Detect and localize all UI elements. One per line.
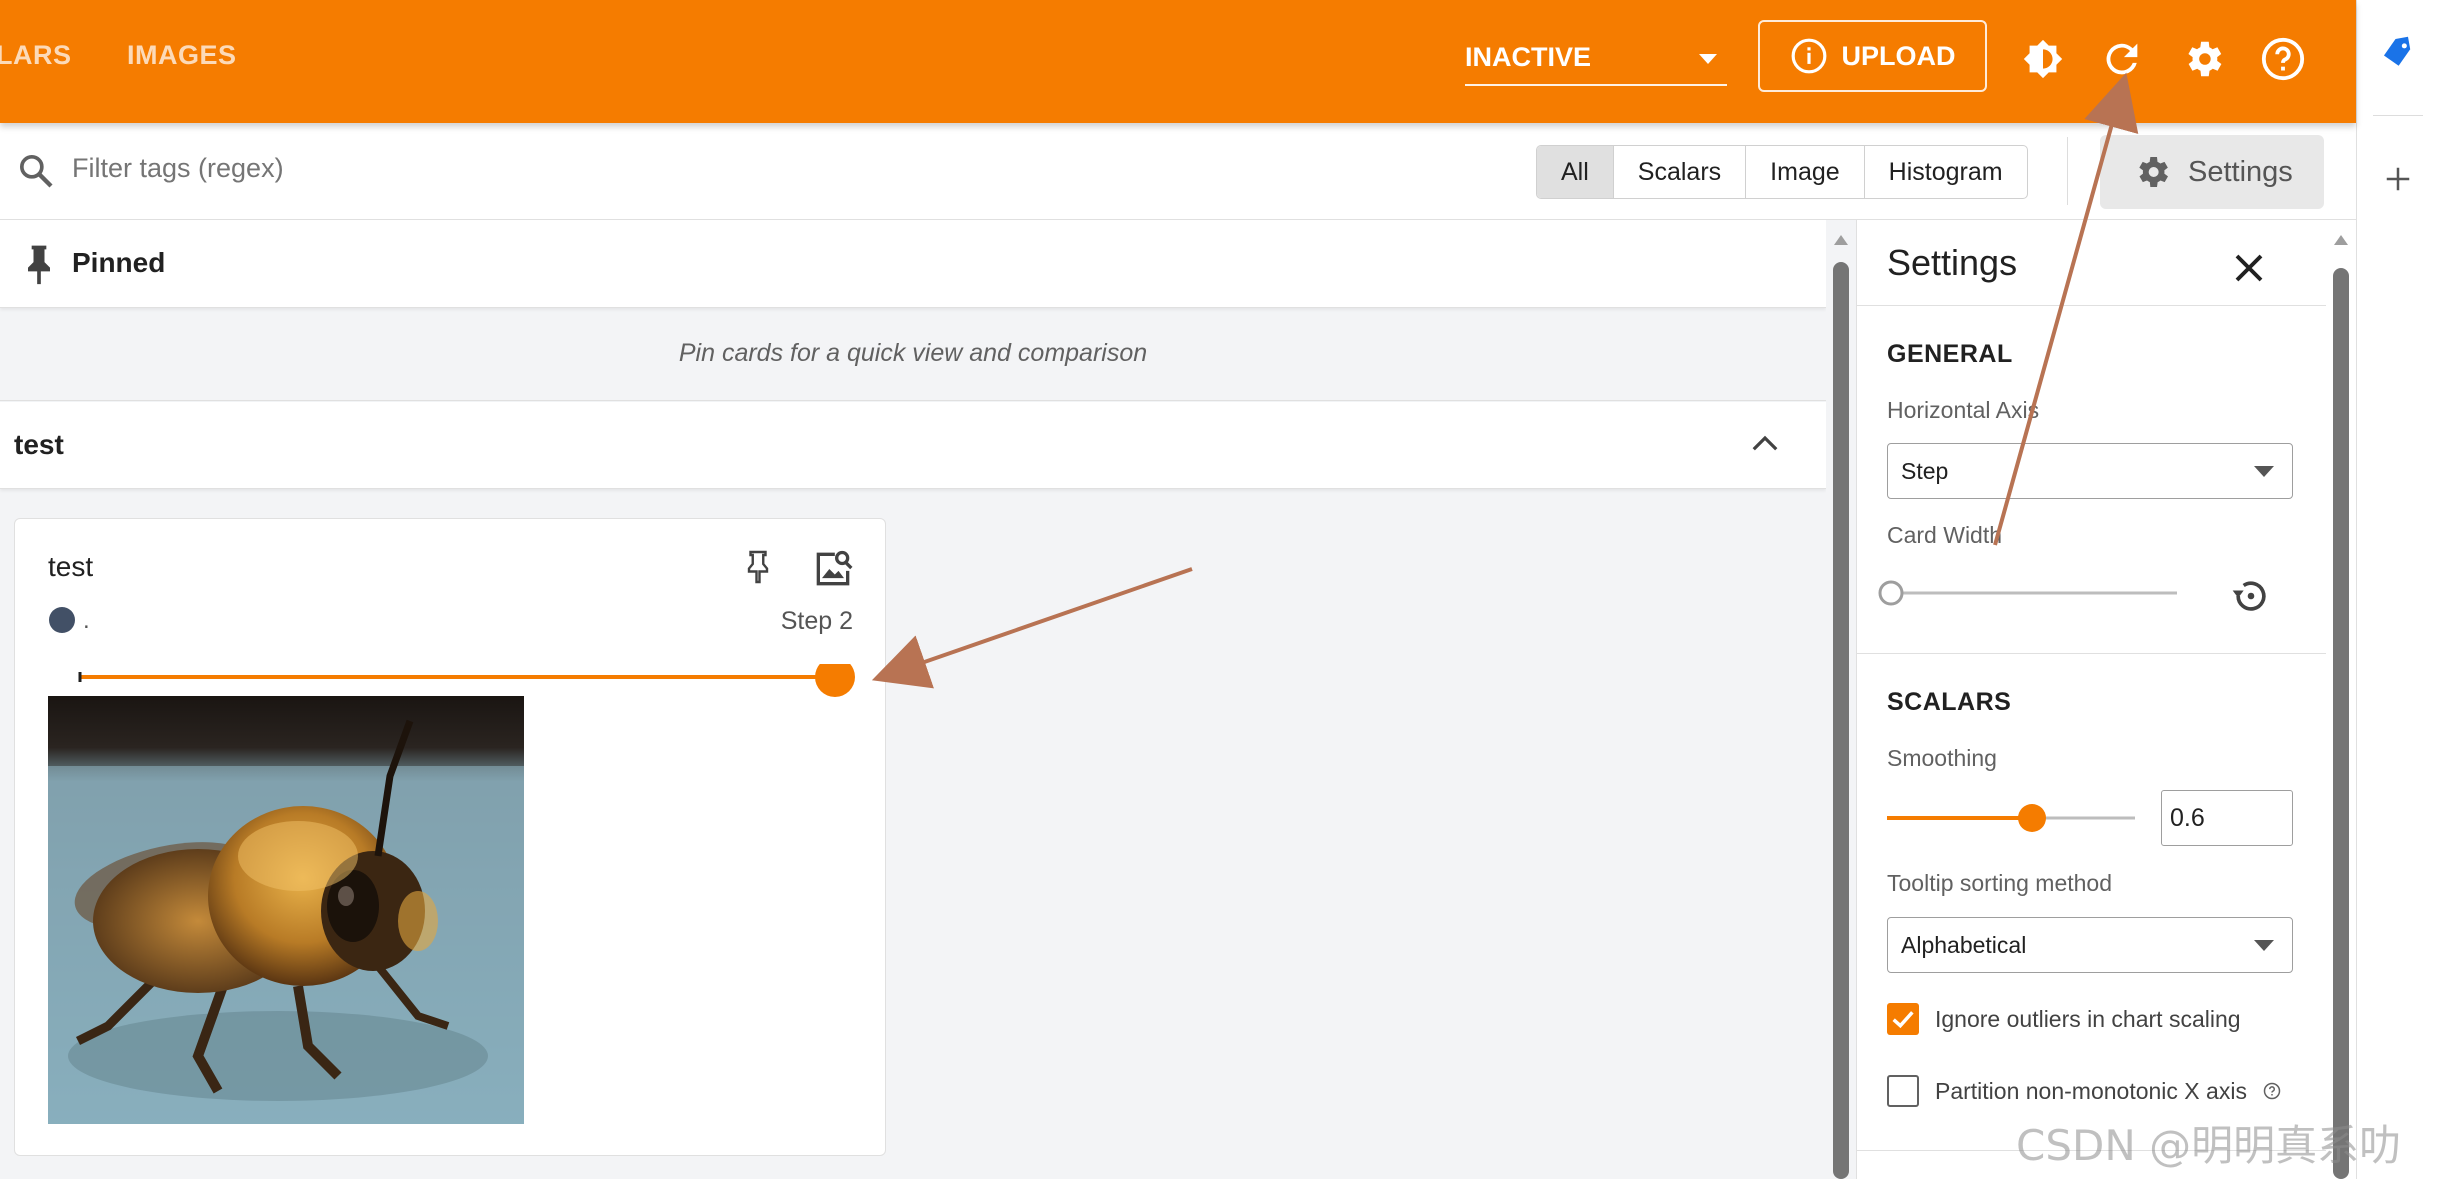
upload-label: UPLOAD: [1841, 40, 1956, 71]
ignore-outliers-label: Ignore outliers in chart scaling: [1935, 1005, 2241, 1032]
settings-divider: [1857, 305, 2327, 306]
scalars-section-title: SCALARS: [1887, 688, 2012, 716]
right-side-strip: [2356, 0, 2437, 1179]
filter-type-histogram[interactable]: Histogram: [1865, 146, 2027, 198]
card-width-slider-thumb[interactable]: [1878, 580, 1904, 606]
image-search-icon[interactable]: [811, 547, 855, 591]
settings-toggle-button[interactable]: Settings: [2100, 135, 2324, 209]
ignore-outliers-option[interactable]: Ignore outliers in chart scaling: [1887, 1003, 2241, 1035]
smoothing-label: Smoothing: [1887, 745, 1997, 771]
upload-button[interactable]: UPLOAD: [1758, 20, 1987, 92]
card-group-title: test: [14, 429, 64, 460]
ignore-outliers-checkbox[interactable]: [1887, 1003, 1919, 1035]
pin-icon: [28, 245, 50, 285]
info-icon: [1791, 38, 1826, 74]
checkmark-icon: [1892, 1011, 1914, 1029]
filter-bar: All Scalars Image Histogram Settings: [0, 123, 2356, 220]
pinned-section-header: Pinned: [0, 220, 1826, 308]
chevron-up-icon[interactable]: [1750, 432, 1780, 454]
filter-type-scalars[interactable]: Scalars: [1614, 146, 1747, 198]
main-scrollbar-thumb[interactable]: [1833, 262, 1849, 1179]
plugin-type-filter: All Scalars Image Histogram: [1536, 145, 2028, 199]
settings-toggle-label: Settings: [2188, 155, 2293, 188]
refresh-icon[interactable]: [2099, 36, 2145, 82]
partition-x-axis-label: Partition non-monotonic X axis: [1935, 1077, 2247, 1104]
main-content: Pinned Pin cards for a quick view and co…: [0, 220, 1826, 1179]
top-app-bar: ALARS IMAGES INACTIVE UPLOAD: [0, 0, 2356, 123]
card-group-header[interactable]: test: [0, 402, 1826, 489]
main-scrollbar[interactable]: [1826, 220, 1856, 1179]
horizontal-axis-value: Step: [1901, 458, 1949, 484]
pin-card-icon[interactable]: [743, 549, 773, 585]
smoothing-value-input[interactable]: [2161, 790, 2293, 846]
tooltip-sorting-select[interactable]: Alphabetical: [1887, 917, 2293, 973]
step-slider-thumb[interactable]: [815, 664, 855, 697]
pinned-empty-message: Pin cards for a quick view and compariso…: [0, 308, 1826, 401]
gear-icon: [2139, 157, 2168, 187]
scroll-up-icon[interactable]: [2333, 234, 2349, 246]
run-status-select[interactable]: INACTIVE: [1465, 38, 1727, 86]
settings-divider: [1857, 653, 2327, 654]
general-section-title: GENERAL: [1887, 340, 2013, 368]
smoothing-slider-thumb[interactable]: [2018, 804, 2046, 832]
nav-tab-scalars[interactable]: ALARS: [0, 40, 72, 71]
run-status-value: INACTIVE: [1465, 42, 1592, 72]
partition-x-axis-checkbox[interactable]: [1887, 1075, 1919, 1107]
help-small-icon[interactable]: [2263, 1082, 2281, 1100]
smoothing-slider[interactable]: [1881, 800, 2141, 836]
search-icon: [20, 155, 53, 188]
reset-icon[interactable]: [2229, 574, 2273, 618]
tooltip-sorting-label: Tooltip sorting method: [1887, 870, 2113, 896]
tag-filter-input[interactable]: [72, 153, 672, 184]
filter-type-all[interactable]: All: [1537, 146, 1614, 198]
strip-divider: [2373, 115, 2423, 116]
watermark: CSDN @明明真系叻: [2016, 1121, 2402, 1170]
settings-panel: Settings GENERAL Horizontal Axis Step Ca…: [1856, 220, 2327, 1179]
card-width-slider[interactable]: [1877, 575, 2187, 611]
settings-gear-icon[interactable]: [2180, 36, 2226, 82]
partition-x-axis-option[interactable]: Partition non-monotonic X axis: [1887, 1075, 2281, 1107]
help-icon[interactable]: [2260, 36, 2306, 82]
settings-scrollbar[interactable]: [2326, 220, 2356, 1179]
horizontal-axis-select[interactable]: Step: [1887, 443, 2293, 499]
tooltip-sorting-value: Alphabetical: [1901, 932, 2027, 958]
settings-scrollbar-thumb[interactable]: [2333, 268, 2349, 1179]
theme-toggle-icon[interactable]: [2020, 36, 2066, 82]
settings-title: Settings: [1887, 242, 2018, 283]
close-icon[interactable]: [2231, 250, 2267, 286]
card-width-label: Card Width: [1887, 522, 2003, 548]
run-label: .: [83, 607, 90, 634]
run-color-dot: [49, 607, 75, 633]
add-icon[interactable]: [2383, 164, 2413, 194]
chevron-down-icon: [2254, 466, 2274, 477]
chevron-down-icon: [2254, 940, 2274, 951]
nav-tab-images[interactable]: IMAGES: [127, 40, 237, 71]
toolbar-divider: [2067, 137, 2068, 205]
filter-type-image[interactable]: Image: [1746, 146, 1865, 198]
image-card: test . Step 2: [14, 518, 886, 1156]
chevron-down-icon: [1699, 54, 1717, 64]
step-label: Step 2: [780, 607, 853, 635]
horizontal-axis-label: Horizontal Axis: [1887, 397, 2040, 423]
bee-image: [48, 696, 524, 1124]
card-title: test: [48, 551, 94, 582]
pinned-title: Pinned: [72, 247, 166, 278]
scroll-up-icon[interactable]: [1833, 234, 1849, 246]
tag-icon[interactable]: [2379, 34, 2417, 72]
